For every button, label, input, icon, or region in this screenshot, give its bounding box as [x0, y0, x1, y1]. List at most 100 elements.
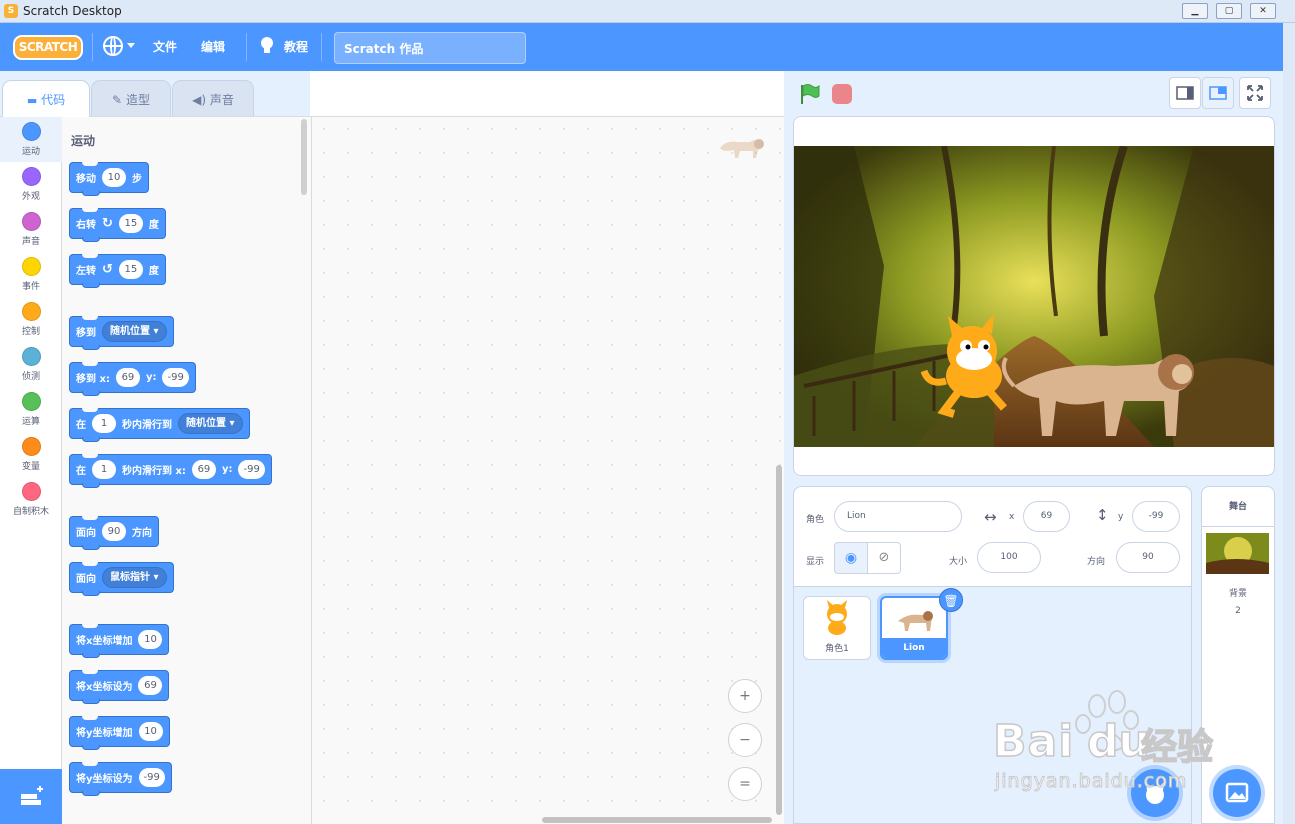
block-input[interactable]: 10 — [138, 722, 163, 741]
block-input[interactable]: 10 — [102, 168, 126, 187]
block-input[interactable]: 15 — [118, 260, 143, 279]
tab-costumes[interactable]: ✎ 造型 — [91, 80, 171, 116]
block-set-x[interactable]: 将x坐标设为 69 — [69, 670, 170, 704]
category-sensing[interactable]: 侦测 — [0, 342, 62, 387]
block-input[interactable]: 69 — [191, 460, 216, 479]
category-looks[interactable]: 外观 — [0, 162, 62, 207]
lightbulb-icon[interactable] — [261, 37, 273, 53]
x-input[interactable]: 69 — [1023, 501, 1070, 532]
file-menu[interactable]: 文件 — [153, 38, 177, 55]
block-input[interactable]: -99 — [138, 768, 165, 787]
category-dot — [21, 482, 41, 501]
block-turn-left[interactable]: 左转 ↺ 15 度 — [69, 254, 166, 288]
backdrops-label: 背景 — [1228, 589, 1247, 599]
block-input[interactable]: 69 — [138, 676, 163, 695]
sprite-pane: 角色 Lion ↔ x 69 ↕ y -99 显示 ◉ ⊘ 大小 100 方向 … — [793, 486, 1192, 824]
category-events[interactable]: 事件 — [0, 252, 62, 297]
scratch-logo[interactable]: SCRATCH — [13, 35, 83, 60]
extension-icon — [21, 786, 43, 805]
block-glide-to[interactable]: 在 1 秒内滑行到 随机位置 — [69, 408, 250, 442]
block-dropdown[interactable]: 随机位置 — [102, 321, 167, 342]
block-input[interactable]: -99 — [162, 368, 189, 387]
tutorials-menu[interactable]: 教程 — [284, 38, 308, 55]
block-input[interactable]: 69 — [115, 368, 140, 387]
large-stage-button[interactable] — [1202, 77, 1234, 109]
block-text: 方向 — [132, 528, 152, 539]
block-text: 将x坐标设为 — [76, 682, 133, 693]
block-set-y[interactable]: 将y坐标设为 -99 — [69, 762, 172, 796]
title-bar: S Scratch Desktop ▁ ▢ ✕ — [0, 0, 1295, 23]
category-my-blocks[interactable]: 自制积木 — [0, 477, 62, 522]
add-sprite-button[interactable] — [1131, 769, 1179, 817]
close-button[interactable]: ✕ — [1250, 3, 1276, 19]
stop-icon[interactable] — [832, 84, 852, 104]
size-input[interactable]: 100 — [977, 542, 1041, 573]
sprite-card-lion[interactable]: Lion — [880, 596, 948, 660]
category-variables[interactable]: 变量 — [0, 432, 62, 477]
block-point-direction[interactable]: 面向 90 方向 — [69, 516, 159, 550]
category-control[interactable]: 控制 — [0, 297, 62, 342]
category-operators[interactable]: 运算 — [0, 387, 62, 432]
block-input[interactable]: 1 — [92, 460, 116, 479]
category-label: 外观 — [21, 192, 40, 202]
block-goto-xy[interactable]: 移到 x: 69 y: -99 — [69, 362, 196, 396]
fullscreen-button[interactable] — [1239, 77, 1271, 109]
category-sound[interactable]: 声音 — [0, 207, 62, 252]
sprite-name-input[interactable]: Lion — [834, 501, 962, 532]
block-text: 移到 x: — [76, 374, 110, 385]
zoom-out-button[interactable]: − — [728, 723, 762, 757]
block-input[interactable]: 90 — [102, 522, 126, 541]
block-dropdown[interactable]: 随机位置 — [178, 413, 243, 434]
palette-scrollbar[interactable] — [301, 119, 307, 195]
block-text: 度 — [148, 220, 159, 231]
block-turn-right[interactable]: 右转 ↻ 15 度 — [69, 208, 166, 242]
add-backdrop-button[interactable] — [1213, 769, 1261, 817]
show-eye-button[interactable]: ◉ — [834, 542, 868, 574]
chevron-down-icon[interactable] — [127, 43, 135, 48]
add-extension-button[interactable] — [0, 769, 62, 824]
y-input[interactable]: -99 — [1132, 501, 1180, 532]
tab-sounds[interactable]: ◀) 声音 — [172, 80, 254, 116]
backdrop-thumbnail — [1206, 533, 1269, 574]
block-change-x[interactable]: 将x坐标增加 10 — [69, 624, 170, 658]
direction-input[interactable]: 90 — [1116, 542, 1180, 573]
globe-icon[interactable] — [103, 36, 123, 56]
fullscreen-icon — [1247, 85, 1263, 101]
forest-backdrop — [794, 146, 1274, 447]
block-dropdown[interactable]: 鼠标指针 — [102, 567, 167, 588]
code-workspace[interactable]: + − = — [312, 116, 784, 824]
block-input[interactable]: 10 — [138, 630, 163, 649]
tab-code-label: 代码 — [41, 93, 66, 107]
sprite-name-label: 角色 — [806, 515, 825, 525]
green-flag-icon[interactable] — [799, 83, 821, 105]
zoom-reset-button[interactable]: = — [728, 767, 762, 801]
delete-sprite-button[interactable]: 🗑 — [939, 588, 963, 612]
block-text: 在 — [76, 466, 86, 477]
sprite-card-cat[interactable]: 角色1 — [803, 596, 871, 660]
block-input[interactable]: -99 — [238, 460, 265, 479]
category-motion[interactable]: 运动 — [0, 117, 62, 162]
hide-eye-button[interactable]: ⊘ — [867, 542, 901, 574]
stage-canvas[interactable] — [793, 116, 1275, 476]
project-title-input[interactable]: Scratch 作品 — [334, 32, 526, 64]
block-point-towards[interactable]: 面向 鼠标指针 — [69, 562, 174, 596]
edit-menu[interactable]: 编辑 — [201, 38, 225, 55]
block-goto[interactable]: 移到 随机位置 — [69, 316, 174, 350]
block-input[interactable]: 15 — [118, 214, 143, 233]
category-label: 事件 — [21, 282, 40, 292]
stage-selector[interactable]: 舞台 背景 2 — [1201, 486, 1275, 824]
block-change-y[interactable]: 将y坐标增加 10 — [69, 716, 170, 750]
zoom-in-button[interactable]: + — [728, 679, 762, 713]
window-title: Scratch Desktop — [23, 4, 122, 18]
block-glide-xy[interactable]: 在 1 秒内滑行到 x: 69 y: -99 — [69, 454, 272, 488]
workspace-vertical-scrollbar[interactable] — [776, 465, 782, 815]
maximize-button[interactable]: ▢ — [1216, 3, 1242, 19]
minimize-button[interactable]: ▁ — [1182, 3, 1208, 19]
workspace-horizontal-scrollbar[interactable] — [542, 817, 772, 823]
block-text: 度 — [148, 266, 159, 277]
block-move-steps[interactable]: 移动 10 步 — [69, 162, 149, 196]
block-palette: 运动 移动10步 右转↻15度 左转↺15度 移到随机位置 移到 x:69y:-… — [62, 116, 312, 824]
block-input[interactable]: 1 — [92, 414, 116, 433]
tab-code[interactable]: ▬ 代码 — [2, 80, 90, 117]
small-stage-button[interactable] — [1169, 77, 1201, 109]
